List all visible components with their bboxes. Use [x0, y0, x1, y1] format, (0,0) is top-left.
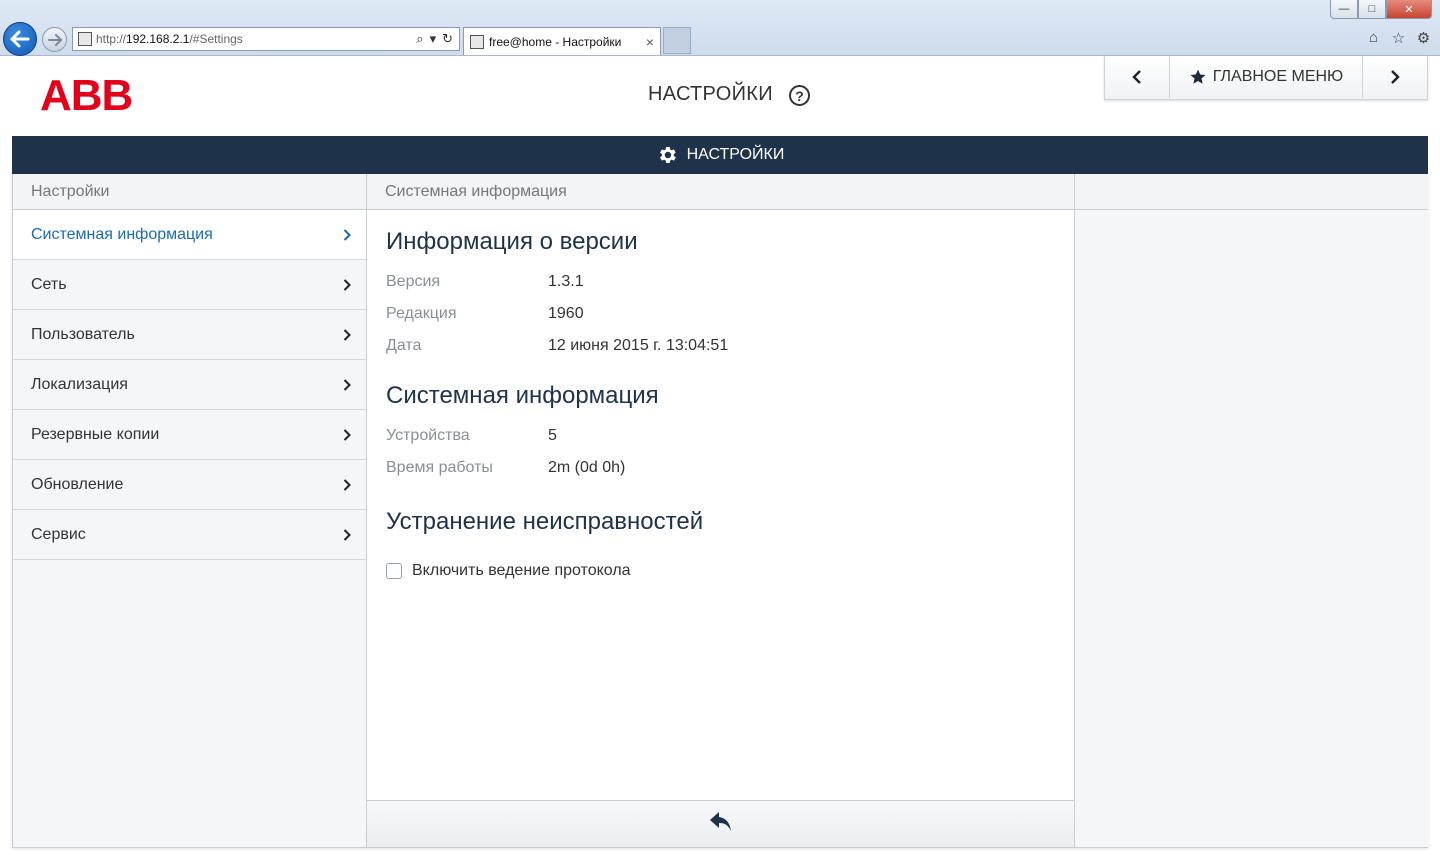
- abb-logo: ABB: [40, 71, 133, 120]
- info-row-build: Редакция 1960: [386, 298, 1054, 330]
- chevron-right-icon: [340, 378, 354, 392]
- tab-close-icon[interactable]: ×: [646, 34, 654, 50]
- minimize-button[interactable]: —: [1330, 0, 1358, 19]
- back-reply-button[interactable]: [709, 811, 733, 838]
- browser-toolbar-icons: ⌂ ☆ ⚙: [1365, 29, 1432, 47]
- arrow-left-icon: [10, 30, 30, 48]
- maximize-button[interactable]: □: [1358, 0, 1386, 19]
- arrow-right-icon: [47, 33, 62, 46]
- info-value: 5: [548, 427, 557, 444]
- chevron-right-icon: [340, 528, 354, 542]
- browser-tab[interactable]: free@home - Настройки ×: [463, 27, 661, 55]
- version-section-title: Информация о версии: [386, 228, 638, 255]
- site-favicon-icon: [78, 32, 92, 46]
- reply-arrow-icon: [709, 811, 731, 831]
- info-value: 2m (0d 0h): [548, 459, 626, 476]
- info-row-version: Версия 1.3.1: [386, 266, 1054, 298]
- info-row-uptime: Время работы 2m (0d 0h): [386, 452, 1054, 484]
- system-section-title: Системная информация: [386, 382, 659, 409]
- page-title: НАСТРОЙКИ: [648, 83, 773, 105]
- system-info-panel: Системная информация Информация о версии…: [367, 174, 1075, 847]
- panel-footer: [367, 800, 1074, 847]
- chevron-right-icon: [340, 478, 354, 492]
- dropdown-icon[interactable]: ▾: [430, 31, 437, 47]
- help-icon[interactable]: ?: [789, 85, 810, 106]
- info-row-date: Дата 12 июня 2015 г. 13:04:51: [386, 330, 1054, 362]
- home-icon[interactable]: ⌂: [1365, 29, 1382, 46]
- url-path: /#Settings: [189, 32, 243, 46]
- detail-panel: [1075, 174, 1428, 847]
- section-bar-title: НАСТРОЙКИ: [686, 146, 785, 163]
- settings-gear-icon[interactable]: ⚙: [1415, 29, 1432, 47]
- menu-item-localization[interactable]: Локализация: [13, 360, 366, 410]
- menu-item-label: Резервные копии: [31, 425, 160, 443]
- menu-item-label: Локализация: [31, 375, 128, 393]
- close-window-button[interactable]: ✕: [1386, 0, 1432, 19]
- chevron-right-icon: [340, 278, 354, 292]
- chevron-right-icon: [1391, 70, 1400, 84]
- previous-button[interactable]: [1105, 56, 1169, 98]
- menu-item-user[interactable]: Пользователь: [13, 310, 366, 360]
- troubleshooting-section-title: Устранение неисправностей: [386, 508, 704, 535]
- info-key: Версия: [386, 273, 441, 290]
- main-menu-label: ГЛАВНОЕ МЕНЮ: [1212, 68, 1344, 85]
- enable-logging-option[interactable]: Включить ведение протокола: [386, 562, 1054, 580]
- info-key: Дата: [386, 337, 422, 354]
- info-value: 1960: [548, 305, 584, 322]
- detail-panel-heading: [1075, 174, 1428, 210]
- system-info-content: Информация о версии Версия 1.3.1 Редакци…: [367, 210, 1074, 580]
- app-header: ABB НАСТРОЙКИ ? ГЛАВНОЕ МЕНЮ: [0, 56, 1440, 136]
- menu-item-label: Обновление: [31, 475, 124, 493]
- enable-logging-label: Включить ведение протокола: [412, 562, 631, 579]
- browser-chrome: — □ ✕ http:// 192.168.2.1 /#Settings ⌕ ▾…: [0, 0, 1440, 56]
- menu-item-label: Пользователь: [31, 325, 135, 343]
- new-tab-button[interactable]: [663, 27, 691, 54]
- info-value: 12 июня 2015 г. 13:04:51: [548, 337, 729, 354]
- next-button[interactable]: [1363, 56, 1427, 98]
- menu-item-label: Сервис: [31, 525, 86, 543]
- settings-menu-panel: Настройки Системная информация Сеть Поль…: [13, 174, 367, 847]
- forward-button[interactable]: [42, 27, 67, 52]
- chevron-right-icon: [340, 428, 354, 442]
- back-button[interactable]: [3, 22, 37, 56]
- gear-icon: [659, 147, 676, 163]
- menu-item-network[interactable]: Сеть: [13, 260, 366, 310]
- info-key: Редакция: [386, 305, 457, 322]
- settings-panels: Настройки Системная информация Сеть Поль…: [12, 174, 1428, 848]
- chevron-right-icon: [340, 228, 354, 242]
- menu-item-service[interactable]: Сервис: [13, 510, 366, 560]
- enable-logging-checkbox[interactable]: [386, 563, 402, 579]
- url-protocol: http://: [96, 32, 127, 46]
- tab-title: free@home - Настройки: [489, 34, 622, 49]
- info-row-devices: Устройства 5: [386, 420, 1054, 452]
- search-icon[interactable]: ⌕: [416, 31, 423, 47]
- menu-item-backups[interactable]: Резервные копии: [13, 410, 366, 460]
- address-bar[interactable]: http:// 192.168.2.1 /#Settings ⌕ ▾ ↻: [72, 27, 460, 51]
- menu-item-system-info[interactable]: Системная информация: [13, 210, 366, 260]
- settings-menu-heading: Настройки: [13, 174, 366, 210]
- menu-item-label: Системная информация: [31, 225, 213, 243]
- info-key: Устройства: [386, 427, 470, 444]
- menu-item-label: Сеть: [31, 275, 67, 293]
- chevron-left-icon: [1132, 70, 1141, 84]
- tab-favicon-icon: [470, 34, 484, 49]
- menu-item-update[interactable]: Обновление: [13, 460, 366, 510]
- system-info-heading: Системная информация: [367, 174, 1074, 210]
- favorites-star-icon[interactable]: ☆: [1390, 29, 1407, 47]
- address-tools: ⌕ ▾ ↻: [416, 31, 459, 47]
- star-icon: [1190, 69, 1206, 84]
- section-bar: НАСТРОЙКИ: [12, 136, 1428, 174]
- chevron-right-icon: [340, 328, 354, 342]
- window-controls: — □ ✕: [1330, 0, 1432, 19]
- info-value: 1.3.1: [548, 273, 584, 290]
- refresh-icon[interactable]: ↻: [442, 31, 453, 47]
- main-menu-button[interactable]: ГЛАВНОЕ МЕНЮ: [1169, 56, 1363, 98]
- header-navigation: ГЛАВНОЕ МЕНЮ: [1104, 56, 1428, 100]
- url-host: 192.168.2.1: [126, 32, 190, 46]
- info-key: Время работы: [386, 459, 493, 476]
